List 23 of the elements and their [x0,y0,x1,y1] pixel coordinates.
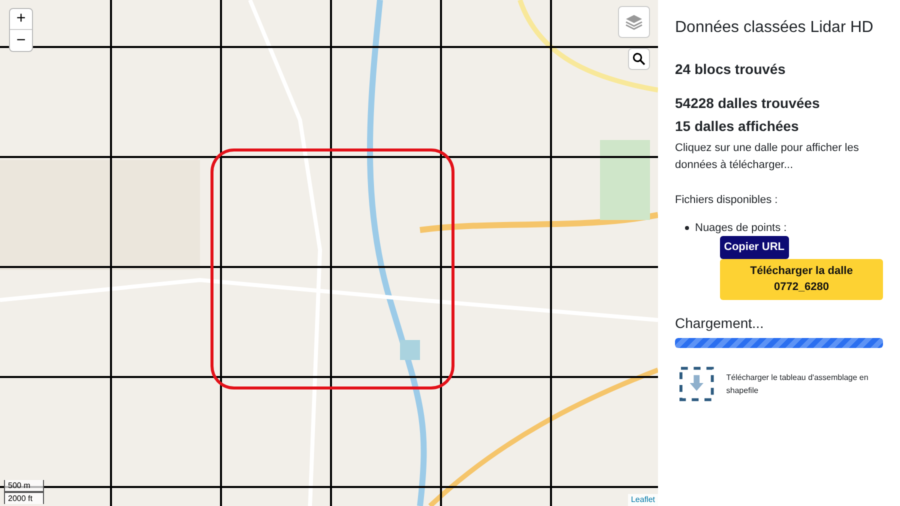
bullet-icon [685,226,689,230]
assembly-table-link[interactable]: Télécharger le tableau d'assemblage en shapefile [726,370,883,396]
scale-label: 2000 ft [4,492,44,504]
selection-outline[interactable] [210,148,455,390]
copy-url-button[interactable]: Copier URL [720,236,788,258]
layers-button[interactable] [618,6,650,38]
zoom-in-button[interactable]: + [10,9,32,30]
tiles-shown-count: 15 dalles affichées [675,117,800,135]
layers-icon [624,12,644,32]
panel-title: Données classées Lidar HD [675,18,874,38]
download-tile-button[interactable]: Télécharger la dalle 0772_6280 [720,258,883,300]
search-button[interactable] [628,48,650,70]
files-label: Fichiers disponibles : [675,193,779,208]
scale-label: 500 m [4,480,44,492]
zoom-out-button[interactable]: − [10,30,32,51]
download-icon[interactable] [679,366,714,402]
tiles-found-count: 54228 dalles trouvées [675,94,821,112]
file-type-label: Nuages de points : [695,221,787,236]
attribution-link[interactable]: Leaflet [628,494,658,506]
search-icon [632,52,646,66]
loading-label: Chargement... [675,314,765,332]
hint-text: Cliquez sur une dalle pour afficher les données à télécharger... [675,141,860,173]
blocks-count: 24 blocs trouvés [675,60,786,78]
